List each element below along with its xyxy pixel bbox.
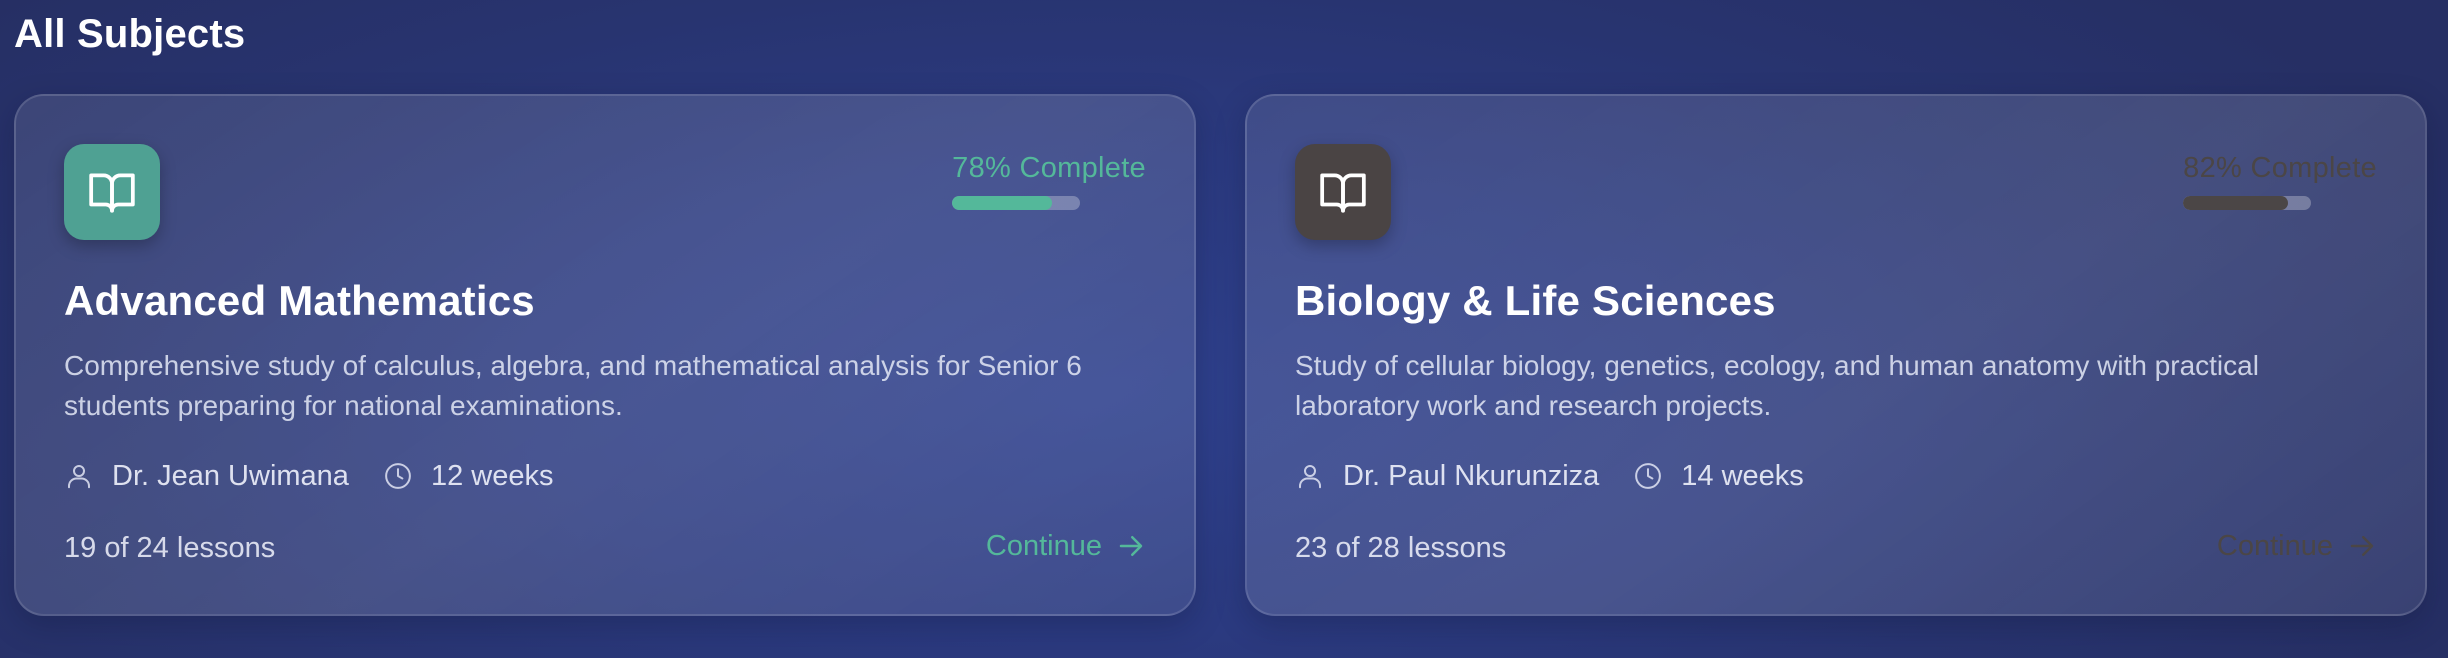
- user-icon: [1299, 465, 1321, 489]
- duration-text: 12 weeks: [430, 460, 554, 492]
- subject-description: Study of cellular biology, genetics, eco…: [1295, 350, 2259, 421]
- subject-card[interactable]: 78% Complete Advanced Mathematics Compre…: [14, 94, 1196, 616]
- subject-meta: Dr. Jean Uwimana 12 weeks: [64, 458, 553, 494]
- clock-icon: [385, 463, 411, 489]
- subject-title: Biology & Life Sciences: [1295, 277, 1776, 324]
- progress-label: 78% Complete: [952, 152, 1146, 184]
- arrow-right-icon: [1119, 536, 1143, 556]
- user-icon: [68, 465, 90, 489]
- progress-indicator: 78% Complete: [952, 150, 1146, 210]
- lessons-count: 23 of 28 lessons: [1295, 532, 1507, 564]
- progress-fill: [2183, 196, 2289, 210]
- instructor-info: Dr. Paul Nkurunziza: [1295, 458, 1599, 494]
- arrow-right-icon: [2350, 536, 2374, 556]
- progress-fill: [952, 196, 1052, 210]
- subject-description: Comprehensive study of calculus, algebra…: [64, 350, 1082, 421]
- subject-card[interactable]: 82% Complete Biology & Life Sciences Stu…: [1245, 94, 2427, 616]
- lessons-count: 19 of 24 lessons: [64, 532, 276, 564]
- duration-info: 14 weeks: [1633, 458, 1804, 494]
- progress-indicator: 82% Complete: [2183, 150, 2377, 210]
- instructor-name: Dr. Jean Uwimana: [112, 460, 349, 492]
- instructor-info: Dr. Jean Uwimana: [64, 458, 349, 494]
- progress-bar: [952, 196, 1081, 210]
- continue-button[interactable]: Continue: [2217, 526, 2377, 566]
- book-open-icon: [64, 144, 160, 240]
- instructor-name: Dr. Paul Nkurunziza: [1343, 460, 1600, 492]
- progress-label: 82% Complete: [2183, 152, 2377, 184]
- continue-label: Continue: [985, 530, 1102, 562]
- duration-info: 12 weeks: [383, 458, 554, 494]
- clock-icon: [1635, 463, 1662, 489]
- continue-label: Continue: [2216, 530, 2333, 562]
- book-open-icon: [1295, 144, 1391, 240]
- subject-cards: 78% Complete Advanced Mathematics Compre…: [14, 94, 2427, 616]
- duration-text: 14 weeks: [1681, 460, 1804, 492]
- continue-button[interactable]: Continue: [986, 526, 1146, 566]
- subject-title: Advanced Mathematics: [64, 277, 535, 324]
- progress-bar: [2183, 196, 2312, 210]
- page-title: All Subjects: [14, 12, 246, 56]
- subject-meta: Dr. Paul Nkurunziza 14 weeks: [1295, 458, 1804, 494]
